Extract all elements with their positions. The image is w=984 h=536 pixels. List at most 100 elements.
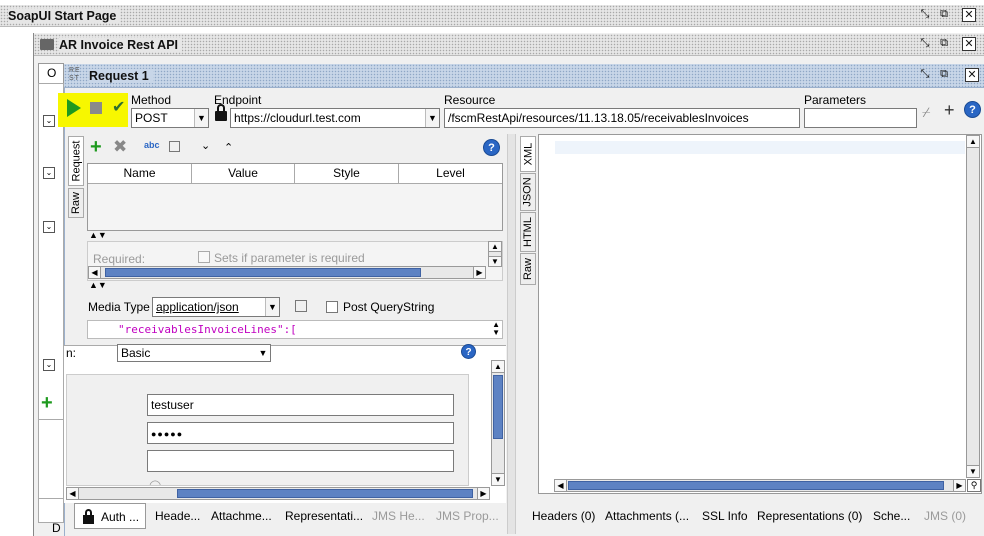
panel-splitter[interactable] bbox=[507, 134, 516, 534]
tab-jms-properties[interactable]: JMS Prop... bbox=[436, 509, 499, 523]
resource-input[interactable]: /fscmRestApi/resources/11.13.18.05/recei… bbox=[444, 108, 800, 128]
copy-icon[interactable] bbox=[169, 141, 180, 152]
expand-toggle-1[interactable]: ⌄ bbox=[43, 115, 55, 127]
clear-params-icon[interactable]: ⌿ bbox=[922, 104, 930, 121]
start-page-close-button[interactable]: ✕ bbox=[962, 8, 976, 22]
tab-representations[interactable]: Representati... bbox=[285, 509, 363, 523]
auth-vscroll[interactable]: ▲ ▼ bbox=[491, 360, 505, 486]
tab-xml[interactable]: XML bbox=[520, 136, 536, 172]
expand-toggle-4[interactable]: ⌄ bbox=[43, 359, 55, 371]
auth-type-select[interactable]: Basic ▼ bbox=[117, 344, 271, 362]
tab-request[interactable]: Request bbox=[68, 136, 84, 186]
response-hscroll[interactable]: ◀ ▶ bbox=[554, 479, 966, 492]
parameters-input[interactable] bbox=[804, 108, 917, 128]
tab-raw-response[interactable]: Raw bbox=[520, 253, 536, 285]
add-param-icon[interactable]: + bbox=[944, 100, 955, 121]
param-details-hscroll[interactable]: ◀ ▶ bbox=[88, 266, 486, 279]
project-tab-o[interactable]: O bbox=[38, 63, 64, 83]
column-header-name[interactable]: Name bbox=[88, 164, 192, 183]
method-select[interactable]: POST ▼ bbox=[131, 108, 209, 128]
username-field[interactable]: testuser bbox=[147, 394, 454, 416]
request-title: Request 1 bbox=[89, 69, 153, 83]
scroll-thumb[interactable] bbox=[568, 481, 944, 490]
scroll-thumb[interactable] bbox=[493, 375, 503, 439]
extract-params-icon[interactable]: abc bbox=[144, 140, 160, 150]
media-type-select[interactable]: application/json ▼ bbox=[152, 297, 280, 317]
format-icon[interactable] bbox=[295, 300, 307, 312]
tab-ssl-info[interactable]: SSL Info bbox=[702, 509, 748, 523]
splitter-arrows-icon[interactable]: ▲▼ bbox=[89, 230, 107, 240]
run-icon[interactable] bbox=[67, 99, 81, 117]
stop-icon[interactable] bbox=[90, 102, 102, 114]
request-maximize-button[interactable]: ⧉ bbox=[937, 68, 951, 82]
request-body-editor[interactable]: "receivablesInvoiceLines":[ ▲ ▼ bbox=[87, 320, 503, 339]
scroll-right-icon[interactable]: ▶ bbox=[477, 488, 489, 499]
column-header-style[interactable]: Style bbox=[295, 164, 399, 183]
auth-hscroll[interactable]: ◀ ▶ bbox=[66, 487, 490, 500]
tab-html[interactable]: HTML bbox=[520, 212, 536, 252]
project-maximize-button[interactable]: ⧉ bbox=[937, 37, 951, 51]
post-querystring-checkbox[interactable] bbox=[326, 301, 338, 313]
column-header-value[interactable]: Value bbox=[192, 164, 295, 183]
scroll-up-icon[interactable]: ▲ bbox=[492, 361, 504, 373]
username-value: testuser bbox=[151, 398, 194, 412]
start-page-title: SoapUI Start Page bbox=[8, 9, 121, 23]
domain-field[interactable] bbox=[147, 450, 454, 472]
scroll-down-icon[interactable]: ▼ bbox=[492, 473, 504, 485]
check-download-icon[interactable]: ✔ bbox=[112, 99, 125, 117]
param-details-vscroll[interactable]: ▲ ▼ bbox=[488, 241, 502, 267]
add-icon[interactable]: + bbox=[41, 393, 53, 413]
tab-response-representations[interactable]: Representations (0) bbox=[757, 509, 862, 523]
column-header-level[interactable]: Level bbox=[399, 164, 502, 183]
expand-toggle-3[interactable]: ⌄ bbox=[43, 221, 55, 233]
add-param-plus-icon[interactable]: + bbox=[90, 137, 102, 157]
endpoint-select[interactable]: https://cloudurl.test.com ▼ bbox=[230, 108, 440, 128]
request-close-button[interactable]: ✕ bbox=[965, 68, 979, 82]
tab-schema[interactable]: Sche... bbox=[873, 509, 910, 523]
scroll-up-icon[interactable]: ▲ bbox=[489, 242, 501, 252]
scroll-down-icon[interactable]: ▼ bbox=[489, 256, 501, 266]
project-restore-button[interactable]: ⤡ bbox=[918, 37, 932, 51]
request-help-icon[interactable]: ? bbox=[483, 139, 500, 156]
chevron-down-icon: ▼ bbox=[425, 109, 439, 127]
start-page-restore-button[interactable]: ⤡ bbox=[918, 8, 932, 22]
project-tab-d[interactable]: D bbox=[52, 521, 61, 535]
expand-toggle-2[interactable]: ⌄ bbox=[43, 167, 55, 179]
tab-attachments[interactable]: Attachme... bbox=[211, 509, 272, 523]
scroll-up-icon[interactable]: ▲ bbox=[967, 136, 979, 148]
scroll-right-icon[interactable]: ▶ bbox=[953, 480, 965, 491]
scroll-left-icon[interactable]: ◀ bbox=[555, 480, 567, 491]
remove-param-icon[interactable]: ✖ bbox=[113, 138, 127, 156]
search-icon[interactable]: ⚲ bbox=[967, 479, 981, 492]
scroll-down-icon[interactable]: ▼ bbox=[967, 465, 979, 477]
body-scroll-icon[interactable]: ▲ ▼ bbox=[492, 321, 500, 337]
tab-response-headers[interactable]: Headers (0) bbox=[532, 509, 595, 523]
help-icon[interactable]: ? bbox=[964, 101, 981, 118]
tab-jms[interactable]: JMS (0) bbox=[924, 509, 966, 523]
splitter-arrows-icon-2[interactable]: ▲▼ bbox=[89, 280, 107, 290]
tab-response-attachments[interactable]: Attachments (... bbox=[605, 509, 689, 523]
password-field[interactable]: ●●●●● bbox=[147, 422, 454, 444]
auth-help-icon[interactable]: ? bbox=[461, 344, 476, 359]
response-current-line bbox=[555, 141, 965, 154]
response-editor[interactable] bbox=[538, 134, 982, 494]
request-restore-button[interactable]: ⤡ bbox=[918, 68, 932, 82]
required-checkbox[interactable] bbox=[198, 251, 210, 263]
scroll-left-icon[interactable]: ◀ bbox=[67, 488, 79, 499]
move-down-icon[interactable]: ⌄ bbox=[201, 139, 210, 152]
response-vscroll[interactable]: ▲ ▼ bbox=[966, 135, 980, 478]
params-table: Name Value Style Level bbox=[87, 163, 503, 231]
scroll-right-icon[interactable]: ▶ bbox=[473, 267, 485, 278]
scroll-thumb[interactable] bbox=[105, 268, 421, 277]
tab-headers[interactable]: Heade... bbox=[155, 509, 200, 523]
tab-raw[interactable]: Raw bbox=[68, 188, 84, 218]
tab-json[interactable]: JSON bbox=[520, 173, 536, 211]
scroll-left-icon[interactable]: ◀ bbox=[89, 267, 101, 278]
tab-jms-headers[interactable]: JMS He... bbox=[372, 509, 425, 523]
lock-shackle-icon bbox=[217, 104, 225, 113]
scroll-thumb[interactable] bbox=[177, 489, 473, 498]
move-up-icon[interactable]: ⌃ bbox=[224, 141, 233, 154]
start-page-maximize-button[interactable]: ⧉ bbox=[937, 8, 951, 22]
project-close-button[interactable]: ✕ bbox=[962, 37, 976, 51]
tab-auth[interactable]: Auth ... bbox=[74, 503, 146, 529]
